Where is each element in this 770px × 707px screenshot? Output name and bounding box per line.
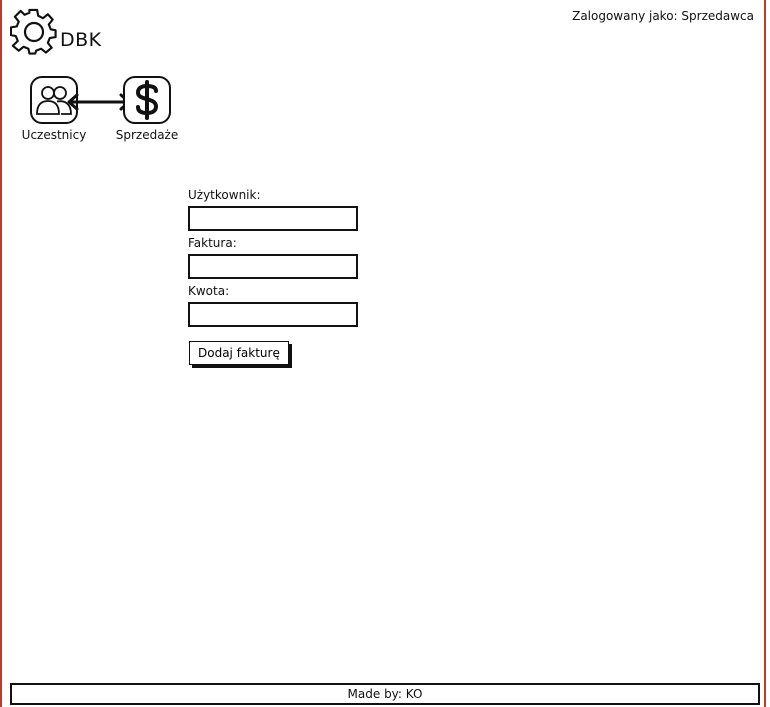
app-title: DBK xyxy=(60,29,102,51)
footer: Made by: KO xyxy=(10,683,760,705)
invoice-field-label: Faktura: xyxy=(188,236,237,250)
nav-label-participants: Uczestnicy xyxy=(21,128,87,142)
nav-item-sales[interactable]: Sprzedaże xyxy=(112,76,182,142)
add-invoice-button[interactable]: Dodaj fakturę xyxy=(189,341,289,365)
invoice-field-group: Faktura: xyxy=(188,236,363,279)
amount-field-label: Kwota: xyxy=(188,284,230,298)
user-input[interactable] xyxy=(188,206,358,231)
amount-field-group: Kwota: xyxy=(188,284,363,327)
amount-input[interactable] xyxy=(188,302,358,327)
invoice-input[interactable] xyxy=(188,254,358,279)
user-field-label: Użytkownik: xyxy=(188,188,261,202)
footer-credit: Made by: KO xyxy=(347,687,423,701)
nav-label-sales: Sprzedaże xyxy=(115,128,179,142)
user-field-group: Użytkownik: xyxy=(188,188,363,231)
dollar-icon xyxy=(123,76,171,124)
gear-icon xyxy=(9,8,58,56)
add-invoice-form: Użytkownik: Faktura: Kwota: Dodaj faktur… xyxy=(188,188,363,365)
logged-in-user-status: Zalogowany jako: Sprzedawca xyxy=(572,9,754,23)
